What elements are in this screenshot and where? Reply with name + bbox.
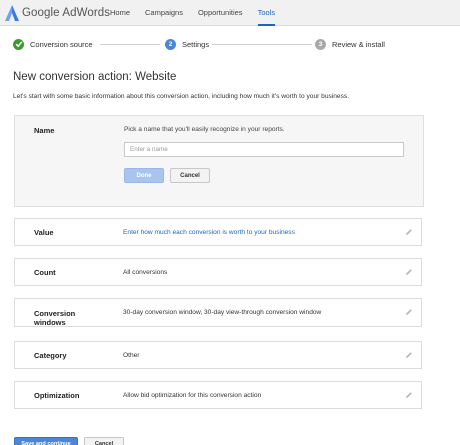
setting-value: Allow bid optimization for this conversi… (123, 392, 262, 399)
nav-home[interactable]: Home (110, 0, 130, 26)
done-button[interactable]: Done (124, 168, 164, 183)
nav-opportunities[interactable]: Opportunities (198, 0, 243, 26)
step-number-badge: 2 (165, 38, 176, 50)
setting-label: Value (34, 228, 54, 237)
name-cancel-button[interactable]: Cancel (170, 168, 210, 183)
step-review-install[interactable]: 3 Review & install (315, 34, 385, 54)
page-intro: Let's start with some basic information … (13, 93, 350, 100)
check-icon (13, 38, 24, 50)
setting-row-optimization[interactable]: Optimization Allow bid optimization for … (14, 381, 422, 409)
setting-row-count[interactable]: Count All conversions (14, 258, 422, 286)
step-number-badge: 3 (315, 38, 326, 50)
save-and-continue-button[interactable]: Save and continue (14, 437, 78, 445)
step-settings[interactable]: 2 Settings (165, 34, 209, 54)
stepper-connector (212, 44, 312, 45)
page-title: New conversion action: Website (13, 71, 177, 83)
name-hint: Pick a name that you'll easily recognize… (124, 126, 285, 133)
google-adwords-logo[interactable]: Google AdWords (5, 4, 110, 22)
pencil-icon[interactable] (405, 391, 413, 399)
setting-row-value[interactable]: Value Enter how much each conversion is … (14, 218, 422, 246)
pencil-icon[interactable] (405, 228, 413, 236)
name-section: Name Pick a name that you'll easily reco… (14, 115, 424, 207)
pencil-icon[interactable] (405, 268, 413, 276)
setting-label: Conversion windows (34, 309, 76, 327)
progress-stepper: Conversion source 2 Settings 3 Review & … (0, 34, 460, 54)
step-conversion-source[interactable]: Conversion source (13, 34, 93, 54)
name-input[interactable] (124, 142, 404, 157)
stepper-connector (100, 44, 160, 45)
setting-value: All conversions (123, 269, 168, 276)
top-navigation-bar: Google AdWords Home Campaigns Opportunit… (0, 0, 460, 26)
setting-value: Other (123, 352, 140, 359)
setting-label: Category (34, 351, 67, 360)
setting-value: 30-day conversion window, 30-day view-th… (123, 309, 322, 316)
adwords-logo-icon (5, 5, 19, 21)
cancel-button[interactable]: Cancel (84, 437, 124, 445)
nav-campaigns[interactable]: Campaigns (145, 0, 183, 26)
pencil-icon[interactable] (405, 308, 413, 316)
step-label: Settings (182, 39, 210, 49)
step-label: Review & install (332, 39, 385, 49)
setting-label: Count (34, 268, 56, 277)
setting-row-category[interactable]: Category Other (14, 341, 422, 369)
step-label: Conversion source (30, 39, 93, 49)
nav-tools[interactable]: Tools (257, 0, 276, 26)
pencil-icon[interactable] (405, 351, 413, 359)
setting-label: Optimization (34, 391, 80, 400)
name-label: Name (34, 126, 55, 135)
value-link[interactable]: Enter how much each conversion is worth … (123, 229, 295, 236)
main-nav: Home Campaigns Opportunities Tools (110, 0, 290, 26)
setting-row-conversion-windows[interactable]: Conversion windows 30-day conversion win… (14, 298, 422, 327)
logo-text: Google AdWords (22, 7, 111, 19)
